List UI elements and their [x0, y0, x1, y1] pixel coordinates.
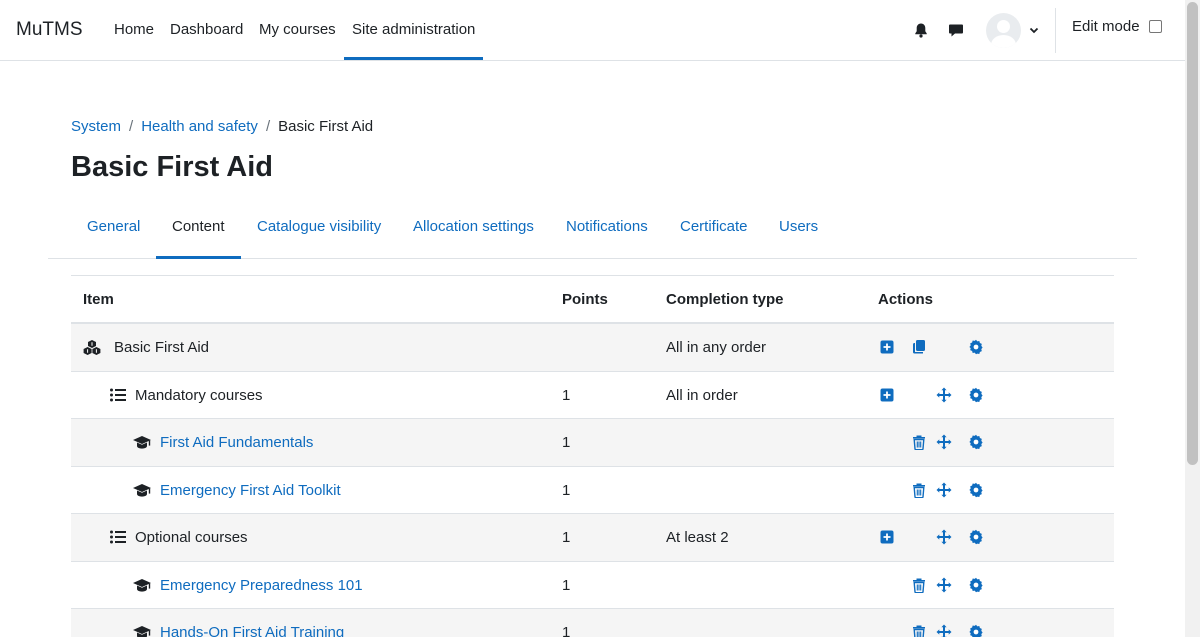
table-row: Mandatory courses 1 All in order — [71, 372, 1114, 419]
tab-certificate[interactable]: Certificate — [680, 218, 748, 235]
points-value: 1 — [562, 481, 571, 499]
move-icon[interactable] — [936, 482, 952, 498]
table-row: Basic First Aid All in any order — [71, 324, 1114, 372]
course-icon — [132, 577, 151, 593]
item-name: Optional courses — [135, 529, 248, 546]
points-value: 1 — [562, 529, 571, 546]
breadcrumb-health-and-safety[interactable]: Health and safety — [141, 118, 258, 135]
breadcrumb-separator: / — [129, 118, 134, 135]
header-item: Item — [83, 291, 114, 308]
add-item-icon[interactable] — [879, 529, 895, 545]
course-icon — [132, 624, 151, 637]
item-name[interactable]: Emergency First Aid Toolkit — [160, 482, 341, 499]
points-value: 1 — [562, 434, 571, 451]
move-icon[interactable] — [936, 624, 952, 637]
completion-type-value: All in order — [666, 386, 738, 404]
item-name: Basic First Aid — [114, 339, 210, 356]
site-brand[interactable]: MuTMS — [16, 19, 83, 41]
points-value: 1 — [562, 576, 571, 594]
page-title: Basic First Aid — [71, 151, 273, 183]
user-avatar[interactable] — [986, 13, 1021, 48]
move-icon[interactable] — [936, 387, 952, 403]
nav-site-administration[interactable]: Site administration — [352, 21, 475, 38]
header-points: Points — [562, 291, 608, 308]
points-value: 1 — [562, 624, 571, 637]
delete-trash-icon[interactable] — [911, 434, 927, 450]
item-name: Mandatory courses — [135, 386, 263, 404]
delete-trash-icon[interactable] — [911, 624, 927, 637]
completion-type-value: At least 2 — [666, 529, 729, 546]
item-name[interactable]: First Aid Fundamentals — [160, 434, 313, 451]
settings-gear-icon[interactable] — [968, 387, 984, 403]
edit-mode-label: Edit mode — [1072, 18, 1140, 35]
tab-users[interactable]: Users — [779, 218, 818, 235]
table-row: Hands-On First Aid Training 1 — [71, 609, 1114, 637]
delete-trash-icon[interactable] — [911, 482, 927, 498]
nav-dashboard[interactable]: Dashboard — [170, 21, 243, 38]
breadcrumb: System / Health and safety / Basic First Aid — [71, 118, 373, 135]
nav-home[interactable]: Home — [114, 21, 154, 38]
list-icon — [109, 387, 127, 403]
add-item-icon[interactable] — [879, 339, 895, 355]
program-icon — [83, 339, 101, 355]
header-completion-type: Completion type — [666, 291, 784, 308]
scrollbar-thumb[interactable] — [1187, 2, 1198, 465]
tab-general[interactable]: General — [87, 218, 140, 235]
messages-icon[interactable] — [948, 22, 964, 38]
move-icon[interactable] — [936, 434, 952, 450]
item-name[interactable]: Hands-On First Aid Training — [160, 624, 344, 637]
navbar-divider — [1055, 8, 1056, 53]
tab-allocation-settings[interactable]: Allocation settings — [413, 218, 534, 235]
settings-gear-icon[interactable] — [968, 482, 984, 498]
add-item-icon[interactable] — [879, 387, 895, 403]
breadcrumb-separator: / — [265, 118, 271, 135]
table-header: Item Points Completion type Actions — [71, 276, 1114, 324]
tab-content[interactable]: Content — [172, 218, 225, 235]
table-row: Emergency First Aid Toolkit 1 — [71, 467, 1114, 514]
tab-active-indicator — [156, 256, 241, 259]
page-scrollbar[interactable] — [1185, 0, 1200, 637]
tab-catalogue-visibility[interactable]: Catalogue visibility — [257, 218, 381, 235]
table-row: Emergency Preparedness 101 1 — [71, 562, 1114, 609]
duplicate-icon[interactable] — [911, 339, 927, 355]
table-row: Optional courses 1 At least 2 — [71, 514, 1114, 562]
table-row: First Aid Fundamentals 1 — [71, 419, 1114, 467]
settings-gear-icon[interactable] — [968, 339, 984, 355]
move-icon[interactable] — [936, 529, 952, 545]
tab-nav: General Content Catalogue visibility All… — [48, 205, 1137, 259]
completion-type-value: All in any order — [666, 339, 767, 356]
item-name[interactable]: Emergency Preparedness 101 — [160, 577, 363, 594]
edit-mode-toggle[interactable] — [1149, 20, 1162, 33]
move-icon[interactable] — [936, 577, 952, 593]
course-icon — [132, 434, 151, 450]
nav-active-indicator — [344, 57, 483, 60]
course-icon — [132, 482, 151, 498]
points-value: 1 — [562, 386, 571, 404]
delete-trash-icon[interactable] — [911, 577, 927, 593]
settings-gear-icon[interactable] — [968, 577, 984, 593]
tab-notifications[interactable]: Notifications — [566, 218, 648, 235]
chevron-down-icon[interactable] — [1028, 24, 1040, 36]
header-actions: Actions — [878, 291, 934, 308]
settings-gear-icon[interactable] — [968, 434, 984, 450]
bell-icon[interactable] — [913, 22, 929, 38]
settings-gear-icon[interactable] — [968, 624, 984, 637]
breadcrumb-current: Basic First Aid — [278, 118, 374, 135]
list-icon — [109, 529, 127, 545]
settings-gear-icon[interactable] — [968, 529, 984, 545]
nav-my-courses[interactable]: My courses — [259, 21, 336, 38]
content-table: Item Points Completion type Actions Basi… — [71, 275, 1114, 637]
top-navbar: MuTMS Home Dashboard My courses Site adm… — [0, 0, 1185, 61]
breadcrumb-system[interactable]: System — [71, 118, 121, 135]
